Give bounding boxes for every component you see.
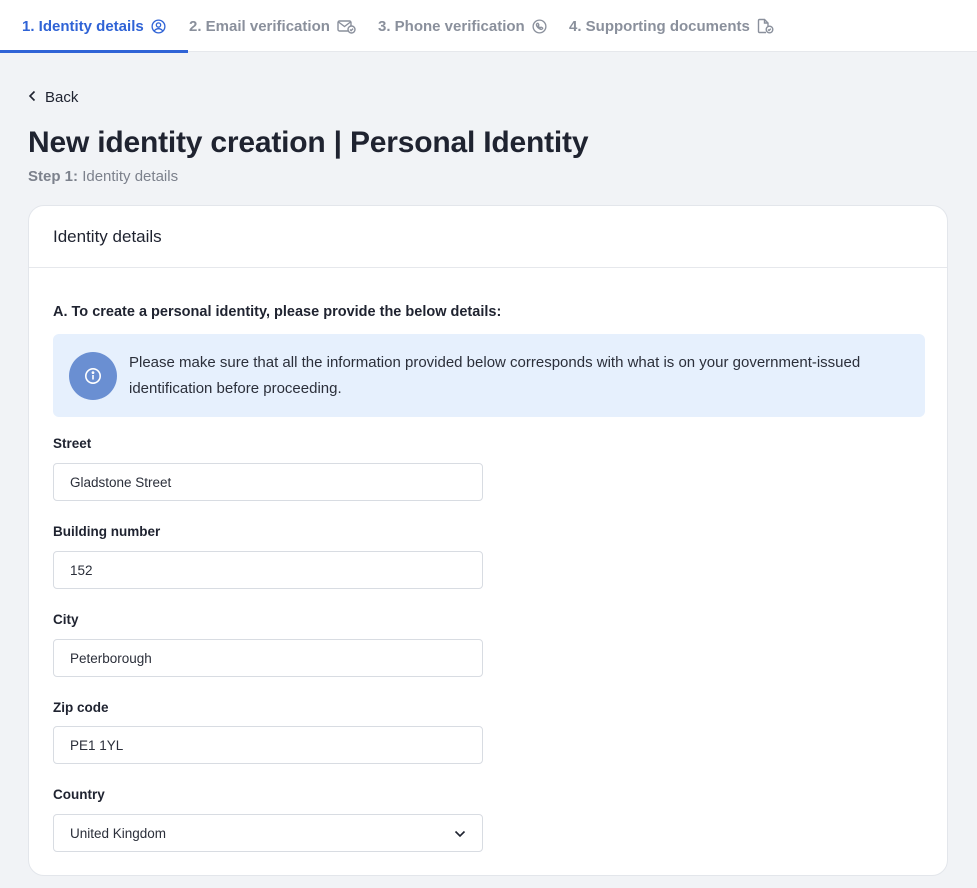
- zip-code-input[interactable]: [53, 726, 483, 764]
- back-link[interactable]: Back: [28, 89, 78, 106]
- identity-details-card: Identity details A. To create a personal…: [28, 205, 948, 876]
- user-circle-icon: [151, 18, 166, 34]
- step-label: 4. Supporting documents: [569, 17, 750, 35]
- active-step-indicator: [0, 50, 188, 53]
- step-identity-details[interactable]: 1. Identity details: [0, 0, 188, 53]
- building-number-input[interactable]: [53, 551, 483, 589]
- stepper: 1. Identity details 2. Email verificatio…: [0, 0, 977, 53]
- back-label: Back: [45, 89, 79, 106]
- step-email-verification[interactable]: 2. Email verification: [189, 0, 356, 52]
- info-notice: Please make sure that all the informatio…: [53, 334, 925, 417]
- document-check-icon: [757, 18, 774, 34]
- street-input[interactable]: [53, 463, 483, 501]
- section-title: A. To create a personal identity, please…: [53, 304, 502, 320]
- page-title: New identity creation | Personal Identit…: [28, 126, 589, 159]
- notice-text: Please make sure that all the informatio…: [129, 354, 861, 397]
- city-input[interactable]: [53, 639, 483, 677]
- step-subtitle: Step 1: Identity details: [28, 168, 178, 185]
- country-label: Country: [53, 787, 105, 802]
- card-title: Identity details: [53, 226, 162, 246]
- zip-code-label: Zip code: [53, 700, 109, 715]
- street-label: Street: [53, 436, 92, 451]
- step-label: 1. Identity details: [22, 17, 144, 35]
- card-header: Identity details: [29, 206, 947, 268]
- info-icon: [69, 352, 117, 400]
- chevron-down-icon: [454, 826, 466, 841]
- country-value: United Kingdom: [70, 825, 167, 841]
- step-phone-verification[interactable]: 3. Phone verification: [378, 0, 547, 52]
- step-label: 2. Email verification: [189, 17, 330, 35]
- step-supporting-documents[interactable]: 4. Supporting documents: [569, 0, 774, 52]
- step-name: Identity details: [82, 168, 179, 185]
- chevron-left-icon: [28, 89, 37, 106]
- step-prefix: Step 1:: [28, 168, 79, 185]
- phone-icon: [532, 18, 547, 34]
- city-label: City: [53, 612, 79, 627]
- mail-check-icon: [337, 19, 356, 34]
- building-number-label: Building number: [53, 524, 161, 539]
- step-label: 3. Phone verification: [378, 17, 525, 35]
- country-select[interactable]: United Kingdom: [53, 814, 483, 852]
